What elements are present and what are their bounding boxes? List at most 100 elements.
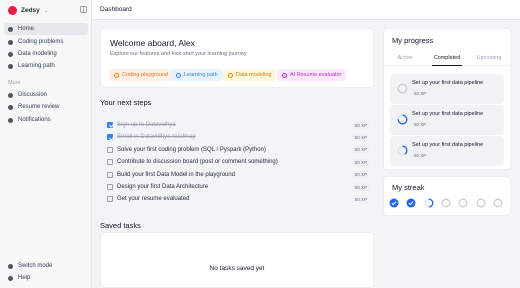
progress-title: My progress <box>392 36 434 45</box>
sidebar-item-notifications[interactable]: Notifications <box>4 114 88 126</box>
xp-badge: 50 XP <box>412 152 429 159</box>
step-item[interactable]: Sign up to Datavidhya 50 XP <box>107 120 369 130</box>
sidebar-section-more: More <box>8 80 21 86</box>
path-icon <box>176 72 181 78</box>
xp-badge: 50 XP <box>352 171 369 179</box>
step-item[interactable]: Build your first Data Model in the playg… <box>107 170 369 180</box>
sidebar-item-label: Switch mode <box>18 263 53 269</box>
xp-badge: 50 XP <box>412 90 429 97</box>
code-icon <box>114 72 119 78</box>
step-checkbox[interactable] <box>107 159 113 166</box>
sidebar-item-switch-mode[interactable]: Switch mode <box>4 260 88 272</box>
sidebar-item-label: Help <box>18 275 31 281</box>
tab-active[interactable]: Active <box>386 55 424 61</box>
sidebar: Zedsy ⌄ Home Coding problems Data modeli… <box>0 0 92 288</box>
xp-badge: 50 XP <box>352 158 369 166</box>
collapse-sidebar-icon[interactable] <box>80 6 87 13</box>
step-label: Contribute to discussion board (post or … <box>117 159 278 166</box>
sparkle-icon <box>282 72 287 78</box>
workspace-switcher[interactable]: Zedsy ⌄ <box>8 6 49 15</box>
chip-coding-playground[interactable]: Coding playground <box>109 69 174 81</box>
database-icon <box>228 72 233 78</box>
progress-item-title: Set up your first data pipeline <box>412 142 484 148</box>
step-label: Get your resume evaluated <box>117 196 190 203</box>
xp-badge: 50 XP <box>352 195 369 203</box>
sidebar-item-home[interactable]: Home <box>4 23 88 35</box>
saved-tasks-title: Saved tasks <box>100 221 141 230</box>
streak-day-icon <box>441 198 451 208</box>
chip-ai-resume-evaluator[interactable]: AI Resume evaluator <box>277 69 347 81</box>
streak-day-icon <box>476 198 486 208</box>
document-icon <box>8 104 13 110</box>
progress-item-title: Set up your first data pipeline <box>412 80 484 86</box>
xp-badge: 50 XP <box>352 146 369 154</box>
sidebar-item-resume-review[interactable]: Resume review <box>4 101 88 113</box>
tab-completed[interactable]: Completed <box>428 55 466 61</box>
step-label: Build your first Data Model in the playg… <box>117 171 236 178</box>
brand-logo-icon <box>8 6 17 15</box>
progress-item[interactable]: Set up your first data pipeline 50 XP <box>390 136 504 166</box>
welcome-card: Welcome aboard, Alex Explore our feature… <box>100 28 374 88</box>
progress-item-title: Set up your first data pipeline <box>412 111 484 117</box>
sidebar-item-help[interactable]: Help <box>4 272 88 284</box>
step-item[interactable]: Contribute to discussion board (post or … <box>107 157 369 167</box>
step-checkbox[interactable] <box>107 184 113 190</box>
chip-label: AI Resume evaluator <box>290 72 342 78</box>
tab-upcoming[interactable]: Upcoming <box>470 55 508 61</box>
progress-item[interactable]: Set up your first data pipeline 50 XP <box>390 105 504 135</box>
xp-badge: 50 XP <box>412 121 429 128</box>
welcome-title: Welcome aboard, Alex <box>110 38 195 48</box>
chip-label: Coding playground <box>122 72 169 78</box>
chip-label: Data modeling <box>236 72 272 78</box>
step-item[interactable]: Solve your first coding problem (SQL / P… <box>107 145 369 155</box>
step-checkbox[interactable] <box>107 196 113 203</box>
step-checkbox[interactable] <box>107 146 113 153</box>
streak-day-icon <box>406 198 416 208</box>
xp-badge: 50 XP <box>352 183 369 191</box>
sidebar-item-label: Learning path <box>18 63 55 69</box>
sidebar-item-label: Resume review <box>18 104 60 110</box>
help-icon <box>8 275 13 281</box>
streak-day-icon <box>424 198 434 208</box>
step-item[interactable]: Get your resume evaluated 50 XP <box>107 194 369 204</box>
sidebar-item-label: Notifications <box>18 117 51 123</box>
next-steps-title: Your next steps <box>100 98 152 107</box>
progress-item[interactable]: Set up your first data pipeline 50 XP <box>390 74 504 104</box>
sidebar-item-discussion[interactable]: Discussion <box>4 89 88 101</box>
progress-card: My progress Active Completed Upcoming Se… <box>383 28 511 170</box>
chevron-down-icon: ⌄ <box>43 8 49 14</box>
sidebar-item-data-modeling[interactable]: Data modeling <box>4 48 88 60</box>
code-icon <box>8 39 13 45</box>
step-checkbox[interactable] <box>107 122 113 128</box>
tab-underline <box>432 65 462 66</box>
step-item[interactable]: Design your first Data Architecture 50 XP <box>107 182 369 192</box>
step-label: Sign up to Datavidhya <box>117 122 176 128</box>
page-title: Dashboard <box>100 6 132 13</box>
chip-learning-path[interactable]: Learning path <box>171 69 223 81</box>
progress-ring-icon <box>397 145 408 156</box>
sidebar-item-label: Data modeling <box>18 51 57 57</box>
welcome-subtitle: Explore our features and kick-start your… <box>110 51 247 57</box>
chip-label: Learning path <box>184 72 218 78</box>
theme-toggle-icon <box>8 263 13 269</box>
step-label: Enroll in Datavidhya roadmap <box>117 134 196 141</box>
sidebar-item-label: Discussion <box>18 92 48 98</box>
step-checkbox[interactable] <box>107 134 113 141</box>
step-label: Design your first Data Architecture <box>117 184 209 190</box>
streak-day-icon <box>458 198 468 208</box>
database-icon <box>8 51 13 57</box>
saved-tasks-empty-text: No tasks saved yet <box>209 265 265 272</box>
sidebar-item-coding-problems[interactable]: Coding problems <box>4 36 88 48</box>
chip-data-modeling[interactable]: Data modeling <box>223 69 277 81</box>
sidebar-item-learning-path[interactable]: Learning path <box>4 60 88 72</box>
discussion-icon <box>8 92 13 98</box>
step-checkbox[interactable] <box>107 171 113 178</box>
streak-title: My streak <box>392 183 425 192</box>
path-icon <box>8 63 13 69</box>
xp-badge: 50 XP <box>352 121 369 129</box>
sidebar-item-label: Home <box>18 26 35 32</box>
top-bar: Dashboard <box>92 0 520 20</box>
streak-day-icon <box>389 198 399 208</box>
progress-ring-icon <box>397 114 408 125</box>
step-item[interactable]: Enroll in Datavidhya roadmap 50 XP <box>107 132 369 142</box>
